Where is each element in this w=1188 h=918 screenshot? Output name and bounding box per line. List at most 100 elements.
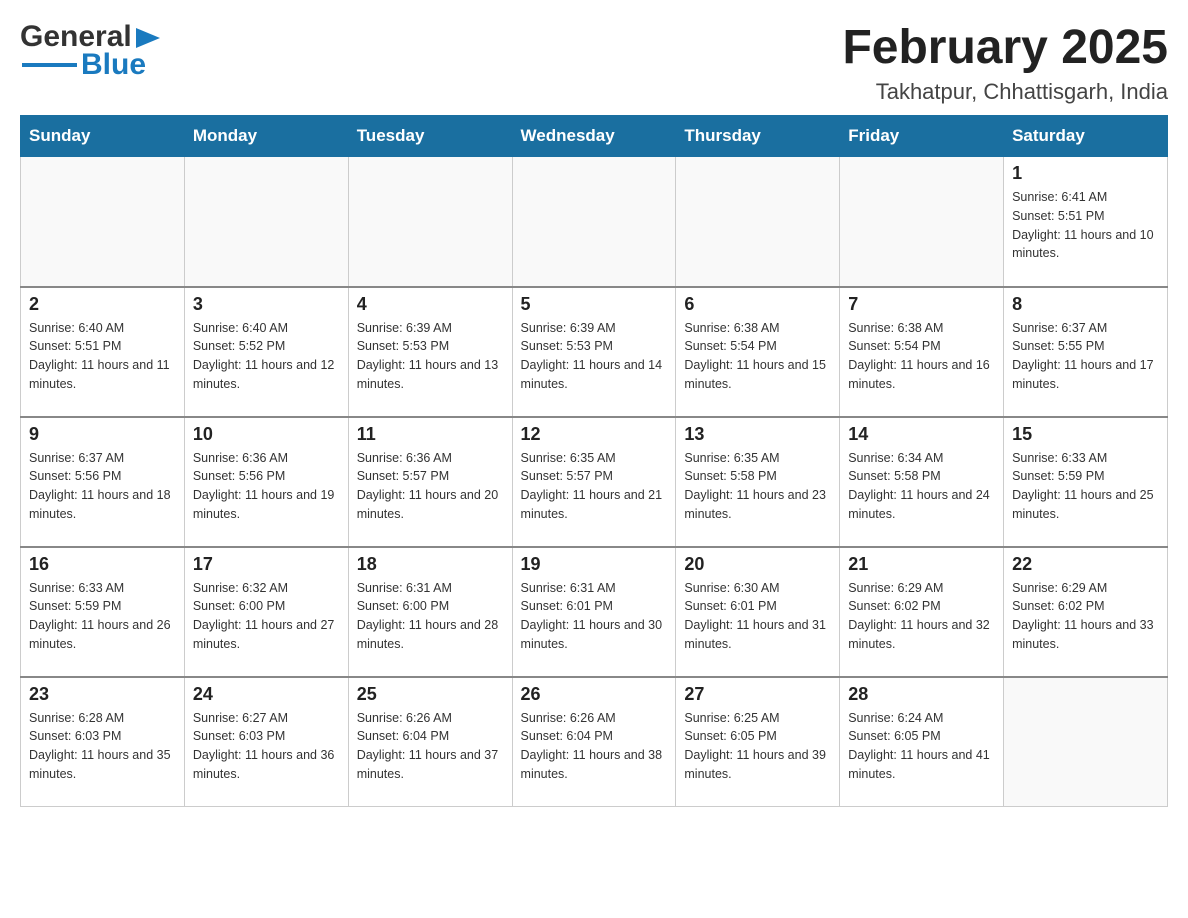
- day-info: Sunrise: 6:31 AMSunset: 6:01 PMDaylight:…: [521, 579, 668, 654]
- day-number: 23: [29, 684, 176, 705]
- location-title: Takhatpur, Chhattisgarh, India: [842, 79, 1168, 105]
- day-info: Sunrise: 6:38 AMSunset: 5:54 PMDaylight:…: [848, 319, 995, 394]
- day-info: Sunrise: 6:37 AMSunset: 5:55 PMDaylight:…: [1012, 319, 1159, 394]
- day-info: Sunrise: 6:41 AMSunset: 5:51 PMDaylight:…: [1012, 188, 1159, 263]
- day-number: 6: [684, 294, 831, 315]
- day-number: 2: [29, 294, 176, 315]
- table-row: 2 Sunrise: 6:40 AMSunset: 5:51 PMDaylight…: [21, 287, 185, 417]
- day-number: 28: [848, 684, 995, 705]
- day-info: Sunrise: 6:26 AMSunset: 6:04 PMDaylight:…: [521, 709, 668, 784]
- header-thursday: Thursday: [676, 116, 840, 157]
- header-wednesday: Wednesday: [512, 116, 676, 157]
- day-info: Sunrise: 6:30 AMSunset: 6:01 PMDaylight:…: [684, 579, 831, 654]
- day-info: Sunrise: 6:31 AMSunset: 6:00 PMDaylight:…: [357, 579, 504, 654]
- logo-blue-text: Blue: [81, 48, 146, 82]
- day-number: 5: [521, 294, 668, 315]
- day-info: Sunrise: 6:26 AMSunset: 6:04 PMDaylight:…: [357, 709, 504, 784]
- table-row: [348, 157, 512, 287]
- table-row: 20 Sunrise: 6:30 AMSunset: 6:01 PMDayligh…: [676, 547, 840, 677]
- calendar-week-row: 16Sunrise: 6:33 AMSunset: 5:59 PMDayligh…: [21, 547, 1168, 677]
- day-number: 26: [521, 684, 668, 705]
- table-row: 16Sunrise: 6:33 AMSunset: 5:59 PMDayligh…: [21, 547, 185, 677]
- day-info: Sunrise: 6:38 AMSunset: 5:54 PMDaylight:…: [684, 319, 831, 394]
- day-info: Sunrise: 6:35 AMSunset: 5:57 PMDaylight:…: [521, 449, 668, 524]
- day-info: Sunrise: 6:29 AMSunset: 6:02 PMDaylight:…: [1012, 579, 1159, 654]
- table-row: 8 Sunrise: 6:37 AMSunset: 5:55 PMDaylight…: [1004, 287, 1168, 417]
- day-info: Sunrise: 6:40 AMSunset: 5:52 PMDaylight:…: [193, 319, 340, 394]
- day-info: Sunrise: 6:39 AMSunset: 5:53 PMDaylight:…: [357, 319, 504, 394]
- day-number: 17: [193, 554, 340, 575]
- table-row: [1004, 677, 1168, 807]
- day-info: Sunrise: 6:28 AMSunset: 6:03 PMDaylight:…: [29, 709, 176, 784]
- table-row: 25 Sunrise: 6:26 AMSunset: 6:04 PMDayligh…: [348, 677, 512, 807]
- day-number: 1: [1012, 163, 1159, 184]
- day-info: Sunrise: 6:33 AMSunset: 5:59 PMDaylight:…: [1012, 449, 1159, 524]
- day-info: Sunrise: 6:24 AMSunset: 6:05 PMDaylight:…: [848, 709, 995, 784]
- table-row: 12Sunrise: 6:35 AMSunset: 5:57 PMDayligh…: [512, 417, 676, 547]
- weekday-header-row: Sunday Monday Tuesday Wednesday Thursday…: [21, 116, 1168, 157]
- table-row: 5 Sunrise: 6:39 AMSunset: 5:53 PMDaylight…: [512, 287, 676, 417]
- table-row: [21, 157, 185, 287]
- table-row: 10 Sunrise: 6:36 AMSunset: 5:56 PMDayligh…: [184, 417, 348, 547]
- day-info: Sunrise: 6:25 AMSunset: 6:05 PMDaylight:…: [684, 709, 831, 784]
- day-number: 11: [357, 424, 504, 445]
- calendar-week-row: 2 Sunrise: 6:40 AMSunset: 5:51 PMDaylight…: [21, 287, 1168, 417]
- header-tuesday: Tuesday: [348, 116, 512, 157]
- day-number: 25: [357, 684, 504, 705]
- day-info: Sunrise: 6:29 AMSunset: 6:02 PMDaylight:…: [848, 579, 995, 654]
- calendar-week-row: 9 Sunrise: 6:37 AMSunset: 5:56 PMDaylight…: [21, 417, 1168, 547]
- day-number: 16: [29, 554, 176, 575]
- table-row: 26 Sunrise: 6:26 AMSunset: 6:04 PMDayligh…: [512, 677, 676, 807]
- table-row: 24Sunrise: 6:27 AMSunset: 6:03 PMDayligh…: [184, 677, 348, 807]
- day-info: Sunrise: 6:36 AMSunset: 5:56 PMDaylight:…: [193, 449, 340, 524]
- day-info: Sunrise: 6:36 AMSunset: 5:57 PMDaylight:…: [357, 449, 504, 524]
- table-row: [840, 157, 1004, 287]
- table-row: [676, 157, 840, 287]
- table-row: [512, 157, 676, 287]
- table-row: 1 Sunrise: 6:41 AMSunset: 5:51 PMDaylight…: [1004, 157, 1168, 287]
- day-number: 20: [684, 554, 831, 575]
- table-row: 7 Sunrise: 6:38 AMSunset: 5:54 PMDaylight…: [840, 287, 1004, 417]
- day-number: 27: [684, 684, 831, 705]
- table-row: 13Sunrise: 6:35 AMSunset: 5:58 PMDayligh…: [676, 417, 840, 547]
- logo: General Blue: [20, 20, 162, 82]
- day-info: Sunrise: 6:40 AMSunset: 5:51 PMDaylight:…: [29, 319, 176, 394]
- calendar-week-row: 23 Sunrise: 6:28 AMSunset: 6:03 PMDayligh…: [21, 677, 1168, 807]
- table-row: 15 Sunrise: 6:33 AMSunset: 5:59 PMDayligh…: [1004, 417, 1168, 547]
- table-row: 6 Sunrise: 6:38 AMSunset: 5:54 PMDaylight…: [676, 287, 840, 417]
- page-header: General Blue February 2025 Takhatpur, Ch…: [20, 20, 1168, 105]
- table-row: 11 Sunrise: 6:36 AMSunset: 5:57 PMDayligh…: [348, 417, 512, 547]
- table-row: 27 Sunrise: 6:25 AMSunset: 6:05 PMDayligh…: [676, 677, 840, 807]
- day-number: 19: [521, 554, 668, 575]
- month-title: February 2025: [842, 20, 1168, 75]
- day-number: 14: [848, 424, 995, 445]
- day-number: 22: [1012, 554, 1159, 575]
- calendar-table: Sunday Monday Tuesday Wednesday Thursday…: [20, 115, 1168, 807]
- day-number: 3: [193, 294, 340, 315]
- table-row: 14 Sunrise: 6:34 AMSunset: 5:58 PMDayligh…: [840, 417, 1004, 547]
- table-row: 23 Sunrise: 6:28 AMSunset: 6:03 PMDayligh…: [21, 677, 185, 807]
- day-info: Sunrise: 6:34 AMSunset: 5:58 PMDaylight:…: [848, 449, 995, 524]
- table-row: 4 Sunrise: 6:39 AMSunset: 5:53 PMDaylight…: [348, 287, 512, 417]
- day-number: 13: [684, 424, 831, 445]
- table-row: 18 Sunrise: 6:31 AMSunset: 6:00 PMDayligh…: [348, 547, 512, 677]
- title-area: February 2025 Takhatpur, Chhattisgarh, I…: [842, 20, 1168, 105]
- day-number: 7: [848, 294, 995, 315]
- day-number: 8: [1012, 294, 1159, 315]
- table-row: [184, 157, 348, 287]
- day-number: 10: [193, 424, 340, 445]
- header-saturday: Saturday: [1004, 116, 1168, 157]
- day-number: 9: [29, 424, 176, 445]
- day-number: 15: [1012, 424, 1159, 445]
- day-info: Sunrise: 6:39 AMSunset: 5:53 PMDaylight:…: [521, 319, 668, 394]
- table-row: 19 Sunrise: 6:31 AMSunset: 6:01 PMDayligh…: [512, 547, 676, 677]
- logo-line: [22, 63, 77, 67]
- header-monday: Monday: [184, 116, 348, 157]
- table-row: 22 Sunrise: 6:29 AMSunset: 6:02 PMDayligh…: [1004, 547, 1168, 677]
- day-info: Sunrise: 6:32 AMSunset: 6:00 PMDaylight:…: [193, 579, 340, 654]
- day-number: 21: [848, 554, 995, 575]
- day-number: 4: [357, 294, 504, 315]
- table-row: 3 Sunrise: 6:40 AMSunset: 5:52 PMDaylight…: [184, 287, 348, 417]
- day-info: Sunrise: 6:37 AMSunset: 5:56 PMDaylight:…: [29, 449, 176, 524]
- day-number: 18: [357, 554, 504, 575]
